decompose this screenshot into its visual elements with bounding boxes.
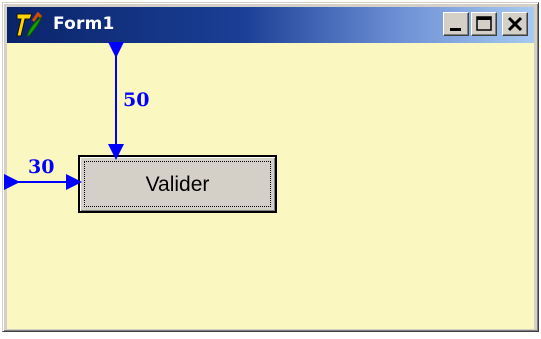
valider-button-label: Valider bbox=[145, 172, 210, 196]
focus-rectangle: Valider bbox=[84, 161, 271, 207]
app-logo-icon bbox=[15, 11, 45, 39]
form1-window: Form1 Valider bbox=[2, 2, 539, 332]
title-bar[interactable]: Form1 bbox=[7, 7, 534, 43]
window-title: Form1 bbox=[53, 14, 115, 34]
close-button[interactable] bbox=[502, 12, 528, 36]
form-client-area: Valider bbox=[7, 43, 534, 329]
maximize-button[interactable] bbox=[471, 12, 497, 36]
window-controls bbox=[443, 12, 528, 38]
minimize-button[interactable] bbox=[443, 12, 469, 36]
valider-button[interactable]: Valider bbox=[78, 155, 277, 213]
